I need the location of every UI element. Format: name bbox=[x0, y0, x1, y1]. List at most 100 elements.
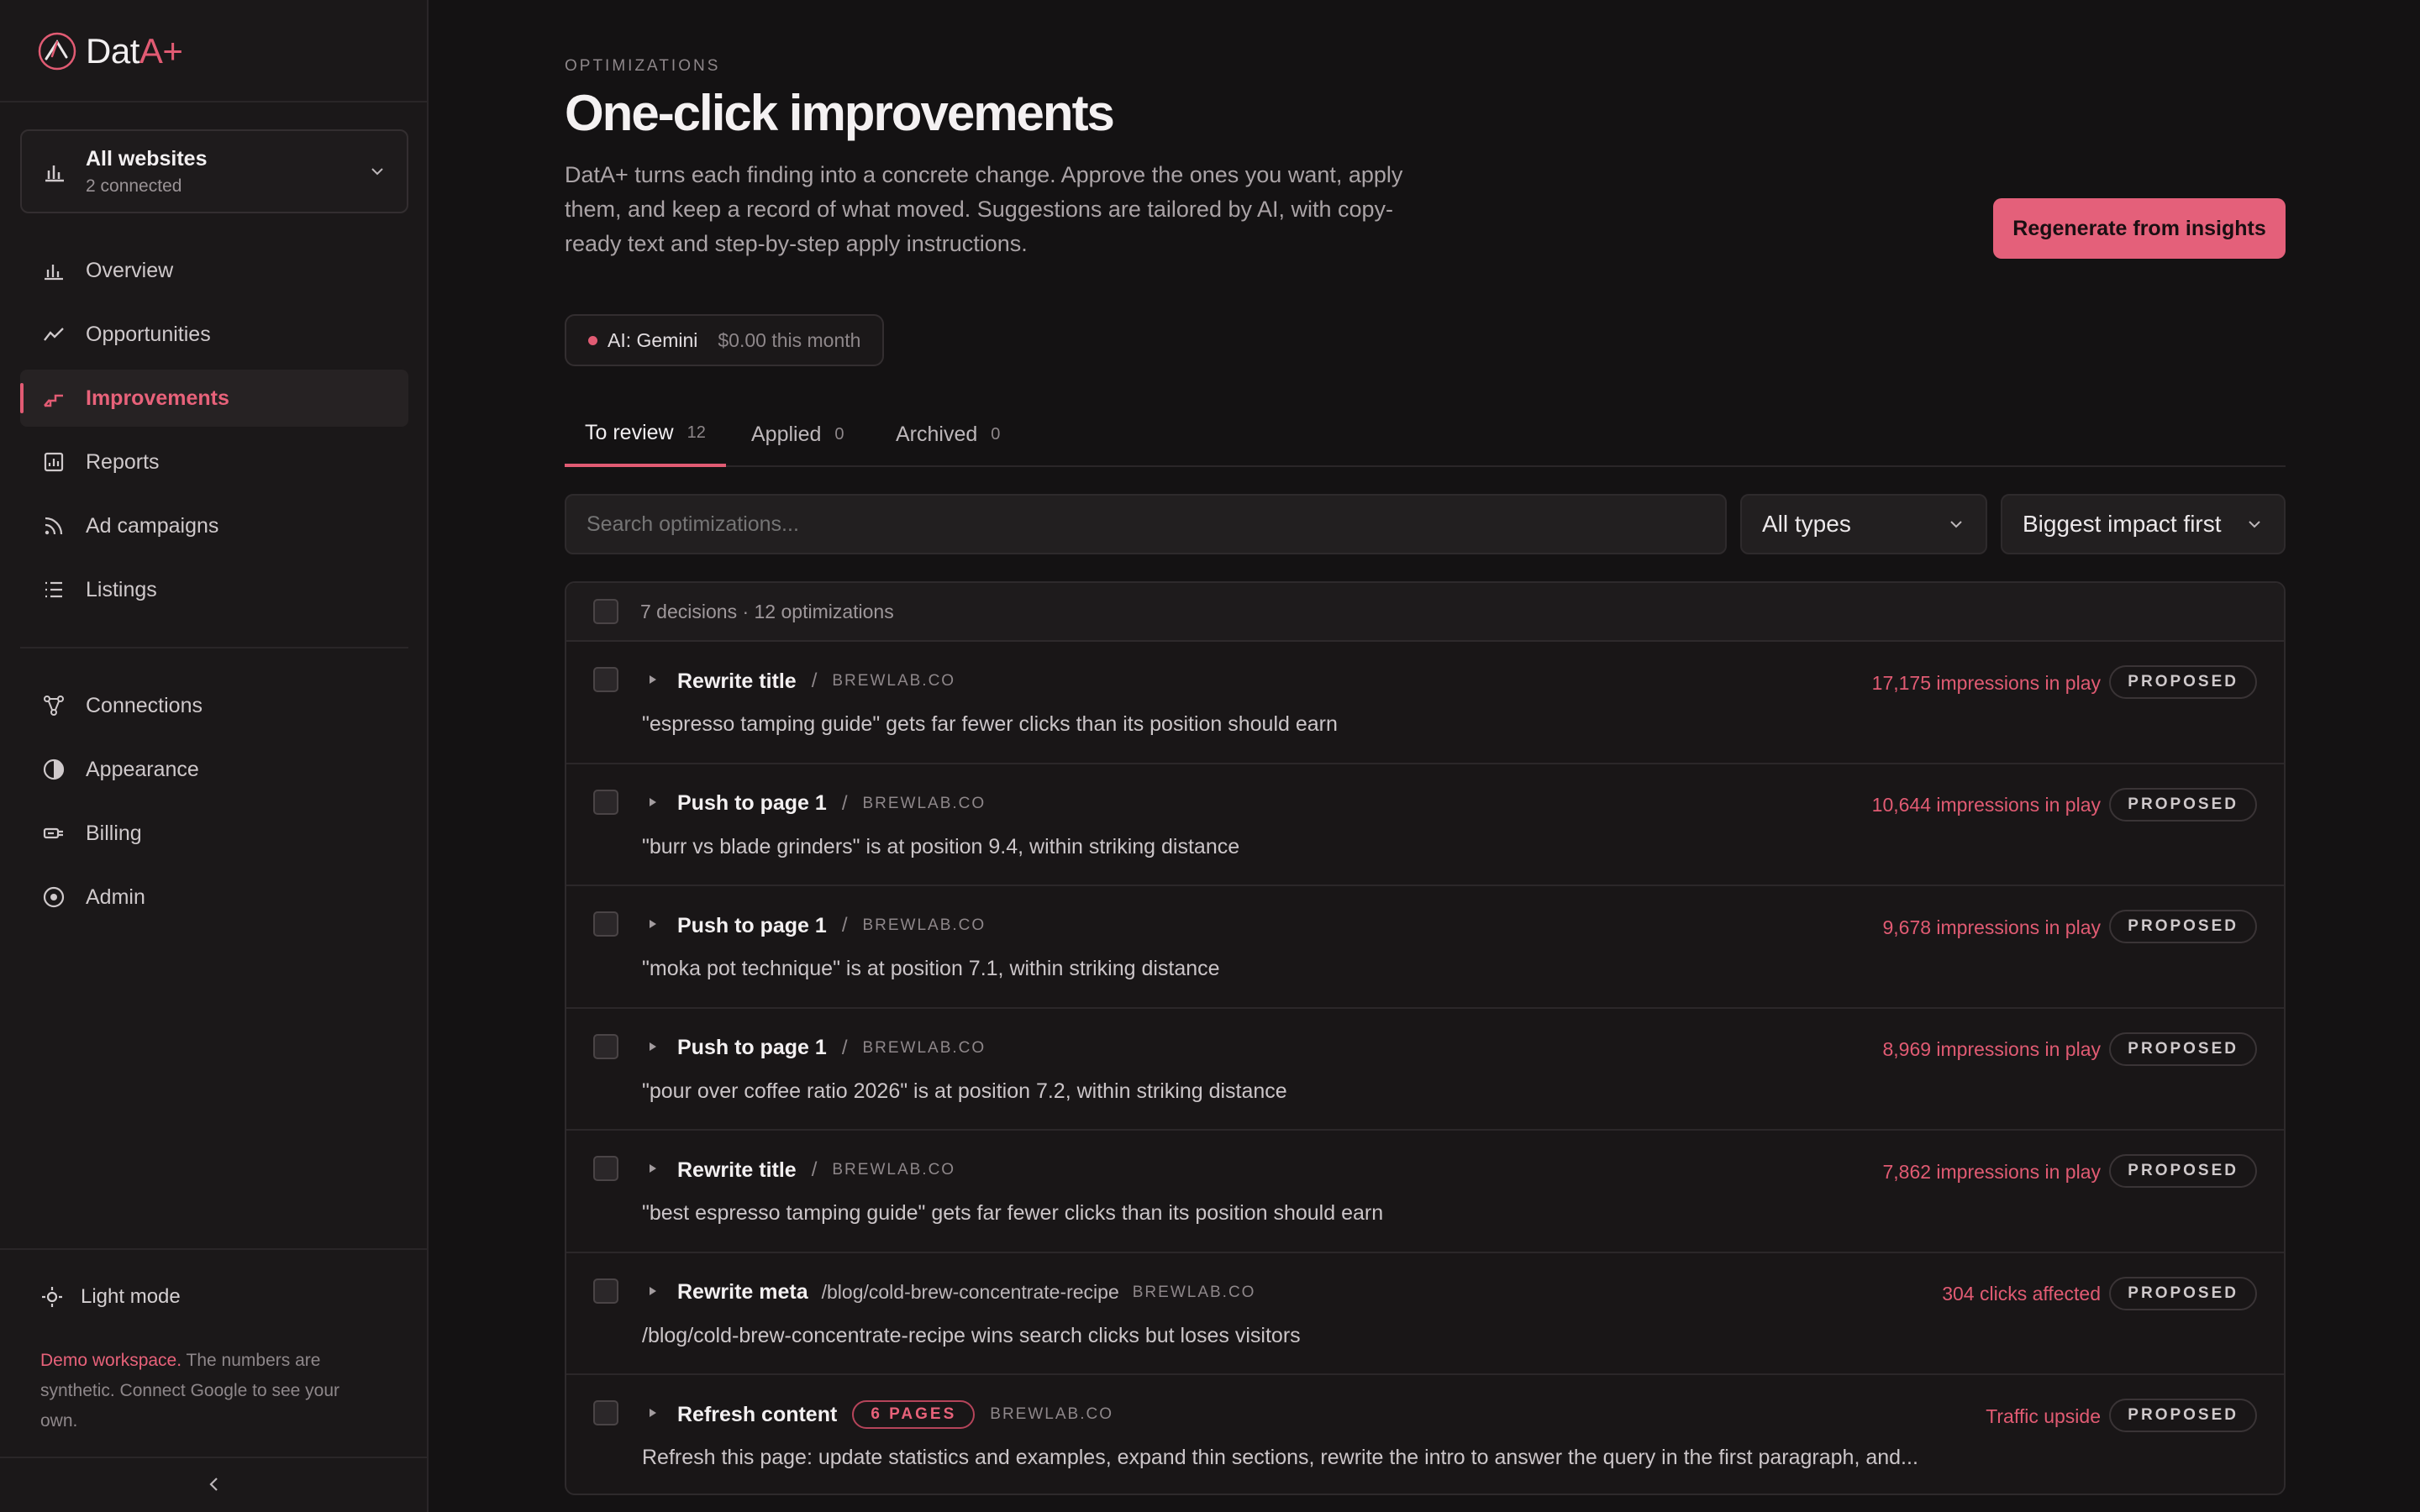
tab-bar: To review 12 Applied 0 Archived 0 bbox=[565, 402, 2286, 467]
rss-icon bbox=[45, 517, 63, 535]
tab-archived[interactable]: Archived 0 bbox=[876, 402, 1020, 467]
expand-triangle-icon[interactable] bbox=[647, 1041, 659, 1053]
list-item[interactable]: Rewrite meta /blog/cold-brew-concentrate… bbox=[566, 1253, 2284, 1375]
row-impact: 9,678 impressions in play bbox=[1882, 916, 2101, 938]
page-title: One-click improvements bbox=[565, 85, 1115, 141]
list-item[interactable]: Rewrite title / BREWLAB.CO "best espress… bbox=[566, 1131, 2284, 1253]
optimizations-list: 7 decisions · 12 optimizations Rewrite t… bbox=[565, 581, 2286, 1495]
chevron-down-icon bbox=[1950, 521, 1962, 528]
regenerate-button[interactable]: Regenerate from insights bbox=[1993, 198, 2286, 259]
type-filter-select[interactable]: All types bbox=[1740, 494, 1987, 554]
tab-label: Applied bbox=[751, 422, 822, 446]
row-domain: BREWLAB.CO bbox=[990, 1405, 1113, 1423]
expand-triangle-icon[interactable] bbox=[647, 1407, 659, 1419]
row-impact: Traffic upside bbox=[1986, 1404, 2101, 1427]
expand-triangle-icon[interactable] bbox=[647, 796, 659, 808]
row-description: "espresso tamping guide" gets far fewer … bbox=[642, 712, 1338, 736]
divider bbox=[0, 1457, 427, 1458]
expand-triangle-icon[interactable] bbox=[647, 1163, 659, 1174]
divider bbox=[20, 647, 408, 648]
list-item[interactable]: Push to page 1 / BREWLAB.CO "moka pot te… bbox=[566, 886, 2284, 1009]
list-item[interactable]: Push to page 1 / BREWLAB.CO "pour over c… bbox=[566, 1009, 2284, 1131]
row-domain: BREWLAB.CO bbox=[862, 1038, 986, 1057]
separator: / bbox=[841, 1036, 848, 1059]
status-badge: PROPOSED bbox=[2109, 1399, 2257, 1432]
row-domain: BREWLAB.CO bbox=[832, 672, 956, 690]
nav-item-appearance[interactable]: Appearance bbox=[20, 741, 408, 798]
search-input[interactable] bbox=[565, 494, 1727, 554]
row-checkbox[interactable] bbox=[593, 1033, 618, 1059]
row-checkbox[interactable] bbox=[593, 1278, 618, 1304]
list-item[interactable]: Refresh content 6 PAGES BREWLAB.CO Refre… bbox=[566, 1375, 2284, 1494]
separator: / bbox=[841, 791, 848, 815]
brand-name: DatA+ bbox=[86, 31, 183, 71]
main-content: OPTIMIZATIONS One-click improvements Dat… bbox=[565, 0, 2286, 1512]
collapse-sidebar-icon[interactable] bbox=[202, 1472, 227, 1497]
nav-item-admin[interactable]: Admin bbox=[20, 869, 408, 926]
row-description: "burr vs blade grinders" is at position … bbox=[642, 834, 1240, 858]
tab-count: 0 bbox=[991, 424, 1001, 444]
nav-item-billing[interactable]: Billing bbox=[20, 805, 408, 862]
row-description: Refresh this page: update statistics and… bbox=[642, 1446, 1918, 1469]
divider bbox=[0, 101, 427, 102]
row-title: Push to page 1 bbox=[677, 1036, 827, 1059]
select-all-checkbox[interactable] bbox=[593, 599, 618, 624]
separator: / bbox=[841, 914, 848, 937]
row-impact: 17,175 impressions in play bbox=[1871, 671, 2101, 694]
list-item[interactable]: Push to page 1 / BREWLAB.CO "burr vs bla… bbox=[566, 764, 2284, 886]
expand-triangle-icon[interactable] bbox=[647, 674, 659, 685]
expand-triangle-icon[interactable] bbox=[647, 918, 659, 930]
list-icon bbox=[45, 581, 62, 598]
light-mode-toggle[interactable]: Light mode bbox=[40, 1285, 181, 1309]
nav-item-overview[interactable]: Overview bbox=[20, 242, 408, 299]
nav-item-listings[interactable]: Listings bbox=[20, 561, 408, 618]
tab-applied[interactable]: Applied 0 bbox=[731, 402, 865, 467]
nav-label: Appearance bbox=[86, 757, 199, 781]
row-title: Refresh content bbox=[677, 1402, 838, 1426]
nav-item-improvements[interactable]: Improvements bbox=[20, 370, 408, 427]
row-description: "moka pot technique" is at position 7.1,… bbox=[642, 957, 1220, 980]
row-checkbox[interactable] bbox=[593, 667, 618, 692]
row-impact: 304 clicks affected bbox=[1942, 1283, 2101, 1305]
sort-select[interactable]: Biggest impact first bbox=[2001, 494, 2286, 554]
row-title: Push to page 1 bbox=[677, 791, 827, 815]
light-mode-label: Light mode bbox=[81, 1285, 181, 1308]
ai-provider-pill[interactable]: AI: Gemini $0.00 this month bbox=[565, 314, 885, 366]
nav-label: Reports bbox=[86, 449, 160, 474]
demo-workspace-note: Demo workspace. The numbers are syntheti… bbox=[40, 1346, 376, 1436]
nav-item-connections[interactable]: Connections bbox=[20, 677, 408, 734]
nav-item-ad-campaigns[interactable]: Ad campaigns bbox=[20, 497, 408, 554]
brand-logo[interactable]: DatA+ bbox=[37, 29, 183, 74]
contrast-icon bbox=[43, 759, 65, 780]
status-badge: PROPOSED bbox=[2109, 910, 2257, 943]
demo-workspace-highlight[interactable]: Demo workspace. bbox=[40, 1351, 182, 1370]
row-checkbox[interactable] bbox=[593, 789, 618, 815]
nav-label: Improvements bbox=[86, 386, 229, 410]
row-domain: BREWLAB.CO bbox=[862, 794, 986, 812]
tab-to-review[interactable]: To review 12 bbox=[565, 402, 726, 467]
page-eyebrow: OPTIMIZATIONS bbox=[565, 57, 721, 75]
type-filter-value: All types bbox=[1762, 511, 1851, 537]
website-switcher[interactable]: All websites 2 connected bbox=[20, 129, 408, 213]
list-item[interactable]: Rewrite title / BREWLAB.CO "espresso tam… bbox=[566, 642, 2284, 764]
billing-icon bbox=[43, 827, 63, 839]
status-badge: PROPOSED bbox=[2109, 1154, 2257, 1188]
row-checkbox[interactable] bbox=[593, 1156, 618, 1181]
expand-triangle-icon[interactable] bbox=[647, 1285, 659, 1297]
row-title: Rewrite meta bbox=[677, 1280, 808, 1304]
row-impact: 10,644 impressions in play bbox=[1871, 794, 2101, 816]
ai-provider-name: AI: Gemini bbox=[608, 328, 698, 351]
row-title: Push to page 1 bbox=[677, 913, 827, 937]
steps-icon bbox=[44, 394, 63, 407]
row-checkbox[interactable] bbox=[593, 1400, 618, 1425]
status-badge: PROPOSED bbox=[2109, 665, 2257, 699]
row-checkbox[interactable] bbox=[593, 911, 618, 937]
row-domain: BREWLAB.CO bbox=[1132, 1283, 1256, 1301]
nav-label: Ad campaigns bbox=[86, 513, 219, 538]
nav-item-reports[interactable]: Reports bbox=[20, 433, 408, 491]
row-impact: 7,862 impressions in play bbox=[1882, 1160, 2101, 1183]
nav-label: Billing bbox=[86, 821, 142, 845]
row-domain: BREWLAB.CO bbox=[832, 1161, 956, 1179]
sun-icon bbox=[42, 1287, 62, 1307]
nav-item-opportunities[interactable]: Opportunities bbox=[20, 306, 408, 363]
